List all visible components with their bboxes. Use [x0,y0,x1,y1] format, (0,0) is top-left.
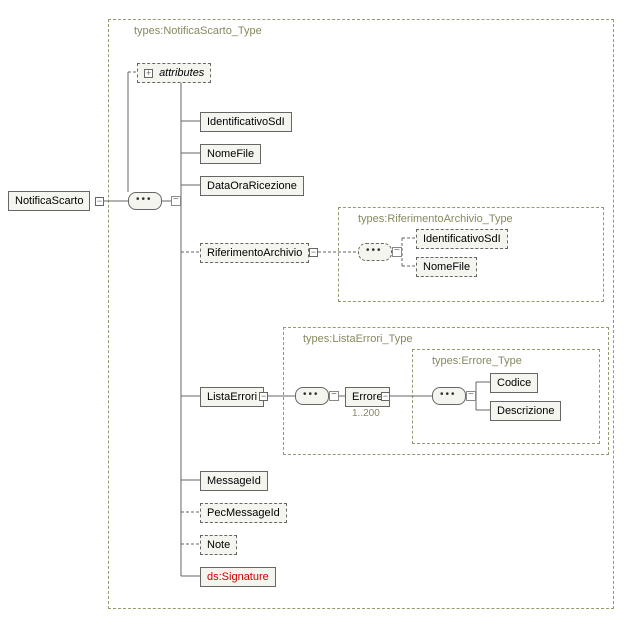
node-attributes[interactable]: + attributes [137,63,211,83]
typelabel-rif: types:RiferimentoArchivio_Type [358,213,513,225]
node-riferimentoArchivio[interactable]: RiferimentoArchivio [200,243,309,263]
node-listaErrori[interactable]: ListaErrori [200,387,264,407]
seq-rif[interactable] [358,243,392,261]
typelabel-lista: types:ListaErrori_Type [303,333,412,345]
expand-lista[interactable]: − [259,392,268,401]
expand-root[interactable]: − [95,197,104,206]
node-messageId[interactable]: MessageId [200,471,268,491]
tick-lista[interactable] [329,391,339,401]
node-codice[interactable]: Codice [490,373,538,393]
expand-rif[interactable]: − [309,248,318,257]
expand-errore[interactable]: − [381,392,390,401]
node-rif-nomeFile[interactable]: NomeFile [416,257,477,277]
node-rif-identificativoSdI[interactable]: IdentificativoSdI [416,229,508,249]
node-dataOraRicezione[interactable]: DataOraRicezione [200,176,304,196]
node-identificativoSdI[interactable]: IdentificativoSdI [200,112,292,132]
node-signature[interactable]: ds:Signature [200,567,276,587]
tick-rif[interactable] [392,247,402,257]
tick-main[interactable] [171,196,181,206]
node-root-label: NotificaScarto [15,195,83,207]
tick-errore[interactable] [466,391,476,401]
typelabel-errore: types:Errore_Type [432,355,522,367]
occ-errore: 1..200 [352,408,380,419]
node-attributes-label: attributes [159,67,204,79]
typelabel-main: types:NotificaScarto_Type [134,25,262,37]
node-nomeFile[interactable]: NomeFile [200,144,261,164]
expand-attributes[interactable]: + [144,69,153,78]
seq-lista[interactable] [295,387,329,405]
seq-main[interactable] [128,192,162,210]
seq-errore[interactable] [432,387,466,405]
node-descrizione[interactable]: Descrizione [490,401,561,421]
node-root[interactable]: NotificaScarto [8,191,90,211]
node-note[interactable]: Note [200,535,237,555]
node-pecMessageId[interactable]: PecMessageId [200,503,287,523]
typebox-main [108,19,614,609]
